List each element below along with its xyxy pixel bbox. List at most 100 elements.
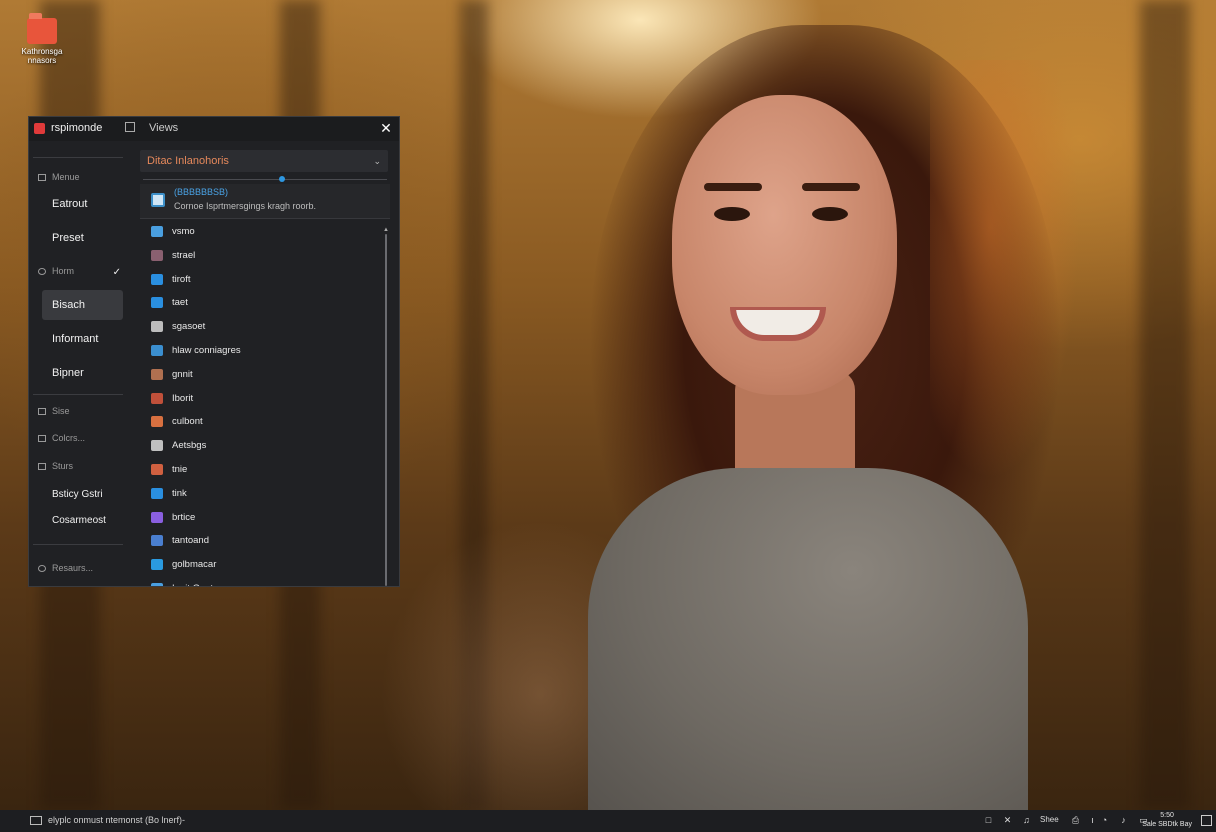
taskbar: elyplc onmust ntemonst (Bo lnerf)- □ ✕ ♫… — [0, 810, 1216, 832]
taskbar-window-title[interactable]: elyplc onmust ntemonst (Bo lnerf)- — [48, 815, 185, 825]
home-icon — [38, 268, 46, 275]
edit-icon[interactable] — [125, 122, 135, 132]
sidebar-section-colors[interactable]: Colcrs... — [38, 433, 85, 443]
list-item[interactable]: golbmacar — [140, 553, 378, 577]
sidebar-item-informant[interactable]: Informant — [42, 324, 123, 354]
info-description: Cornoe Isprtmersgings kragh roorb. — [174, 201, 317, 211]
tray-display-icon[interactable]: □ — [983, 815, 994, 826]
dropdown-value: Ditac Inlanohoris — [147, 155, 229, 167]
tray-label[interactable]: Shee — [1040, 815, 1059, 824]
list-item[interactable]: Innit Geat — [140, 577, 378, 586]
file-icon — [151, 440, 163, 452]
list-item-label: brtice — [172, 511, 196, 523]
list-item[interactable]: strael — [140, 244, 378, 268]
list-item-label: Innit Geat — [172, 577, 213, 586]
file-icon — [151, 297, 163, 309]
file-icon — [151, 535, 163, 547]
list-item[interactable]: tink — [140, 482, 378, 506]
list-item[interactable]: tantoand — [140, 529, 378, 553]
list-item[interactable]: Aetsbgs — [140, 434, 378, 458]
item-list: vsmo strael tiroft taet sgasoet hlaw conniagr… — [140, 220, 378, 586]
sidebar-resources[interactable]: Resaurs... — [38, 563, 93, 573]
list-item-label: tink — [172, 487, 187, 499]
list-icon — [38, 408, 46, 415]
list-item[interactable]: hlaw conniagres — [140, 339, 378, 363]
file-icon — [151, 226, 163, 237]
tray-printer-icon[interactable]: ⎙ — [1070, 815, 1081, 826]
tray-music-icon[interactable]: ♫ — [1021, 815, 1032, 826]
sidebar-section-label: Sturs — [52, 461, 74, 471]
info-link[interactable]: (BBBBBBSB) — [174, 187, 228, 197]
checkmark-icon: ✓ — [112, 267, 121, 278]
sidebar-section-sise[interactable]: Sise — [38, 406, 70, 416]
menu-icon — [38, 174, 46, 181]
list-item[interactable]: gnnit — [140, 363, 378, 387]
file-icon — [151, 559, 163, 571]
list-item-label: gnnit — [172, 368, 193, 380]
sidebar-item-cosarmeost[interactable]: Cosarmeost — [42, 506, 123, 536]
views-menu[interactable]: Views — [149, 122, 178, 134]
file-icon — [151, 463, 163, 475]
scrollbar[interactable] — [385, 234, 387, 586]
list-item-label: strael — [172, 249, 196, 261]
portrait-smile — [730, 307, 826, 341]
file-icon — [151, 321, 163, 333]
clock-time: 5:50 — [1160, 812, 1174, 819]
file-icon — [151, 368, 163, 380]
list-item[interactable]: tnie — [140, 458, 378, 482]
list-item-label: taet — [172, 297, 188, 309]
portrait-sweater — [588, 468, 1028, 810]
background-tree — [1140, 0, 1190, 810]
folder-icon — [27, 13, 57, 44]
list-item[interactable]: tiroft — [140, 268, 378, 292]
list-item-label: Aetsbgs — [172, 440, 207, 452]
list-item-label: hlaw conniagres — [172, 344, 241, 356]
list-item[interactable]: culbont — [140, 410, 378, 434]
settings-icon — [38, 565, 46, 572]
sidebar-item-bipner[interactable]: Bipner — [42, 358, 123, 388]
sidebar-section-sturs[interactable]: Sturs — [38, 461, 73, 471]
tray-volume-icon[interactable]: ♪ — [1118, 815, 1129, 826]
tray-network-icon[interactable]: ◔ — [1099, 815, 1110, 826]
filter-icon — [38, 463, 46, 470]
sidebar-item-bisach[interactable]: Bisach — [42, 290, 123, 320]
sidebar-section-horm[interactable]: Horm — [38, 266, 74, 276]
title-bar[interactable]: rspimonde Views ✕ — [29, 117, 399, 141]
file-icon — [151, 249, 163, 261]
tray-separator-icon: ı — [1091, 815, 1094, 825]
list-item[interactable]: brtice — [140, 506, 378, 530]
list-item[interactable]: taet — [140, 291, 378, 315]
window-icon[interactable] — [30, 816, 42, 825]
scroll-up-icon[interactable]: ▲ — [383, 227, 389, 233]
category-dropdown[interactable]: Ditac Inlanohoris ⌄ — [140, 150, 388, 172]
file-icon — [151, 416, 163, 428]
file-icon — [151, 344, 163, 356]
list-item-label: culbont — [172, 416, 203, 428]
info-banner[interactable]: (BBBBBBSB) Cornoe Isprtmersgings kragh r… — [140, 184, 390, 219]
desktop-folder-shortcut[interactable]: Kathronsga nnasors — [16, 13, 68, 65]
show-desktop-icon[interactable] — [1201, 815, 1212, 826]
divider — [33, 157, 123, 158]
slider-handle[interactable] — [279, 176, 285, 182]
list-item[interactable]: sgasoet — [140, 315, 378, 339]
tray-tools-icon[interactable]: ✕ — [1002, 815, 1013, 826]
window-title: rspimonde — [51, 122, 103, 134]
list-item[interactable]: Iborit — [140, 387, 378, 411]
list-item-label: tantoand — [172, 535, 209, 547]
sidebar-section-label: Menue — [52, 172, 80, 182]
file-icon — [151, 582, 163, 586]
main-panel: Ditac Inlanohoris ⌄ (BBBBBBSB) Cornoe Is… — [137, 141, 399, 586]
close-button[interactable]: ✕ — [377, 119, 395, 137]
portrait-backlight — [930, 60, 1080, 480]
sidebar-section-menue[interactable]: Menue — [38, 172, 80, 182]
slider-track[interactable] — [143, 179, 387, 180]
sidebar-item-preset[interactable]: Preset — [42, 223, 123, 253]
info-icon — [151, 193, 165, 207]
sidebar-item-eatrout[interactable]: Eatrout — [42, 189, 123, 219]
list-item[interactable]: vsmo — [140, 220, 378, 244]
chevron-down-icon: ⌄ — [373, 156, 381, 166]
taskbar-clock[interactable]: 5:50 Sale SBDtk Bay — [1142, 811, 1192, 829]
divider — [33, 394, 123, 395]
divider — [33, 544, 123, 545]
app-window: rspimonde Views ✕ Menue Eatrout Preset H… — [28, 116, 400, 587]
